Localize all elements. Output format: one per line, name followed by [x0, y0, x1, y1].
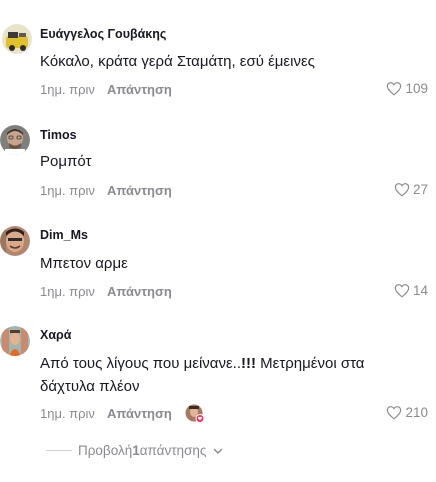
- like-count: 109: [405, 81, 428, 96]
- reply-button[interactable]: Απάντηση: [107, 183, 172, 198]
- divider: [46, 450, 72, 451]
- comment-username[interactable]: Dim_Ms: [40, 228, 88, 242]
- reply-button[interactable]: Απάντηση: [107, 82, 172, 97]
- comment-text-emphasis: !!!: [241, 355, 256, 372]
- view-replies-count: 1: [132, 443, 140, 458]
- comment-timestamp: 1ημ. πριν: [40, 406, 95, 421]
- like-button[interactable]: 27: [394, 182, 428, 197]
- chevron-down-icon: [214, 448, 223, 454]
- like-count: 14: [412, 283, 428, 298]
- comment-username[interactable]: Timos: [40, 128, 77, 142]
- like-button[interactable]: 210: [386, 405, 428, 420]
- view-replies-button[interactable]: Προβολή 1 απάντησης: [46, 443, 224, 458]
- comment-text: Κόκαλο, κράτα γερά Σταμάτη, εσύ έμεινες: [40, 53, 315, 70]
- reply-button[interactable]: Απάντηση: [107, 406, 172, 421]
- comment-text-part: Από τους λίγους που μείνανε..: [40, 355, 241, 372]
- comment-timestamp: 1ημ. πριν: [40, 82, 95, 97]
- comment-username[interactable]: Χαρά: [40, 328, 71, 342]
- heart-outline-icon: [394, 284, 410, 298]
- avatar[interactable]: [0, 326, 30, 356]
- heart-outline-icon: [387, 82, 402, 96]
- avatar[interactable]: [0, 125, 30, 155]
- heart-outline-icon: [394, 183, 410, 197]
- comment-username[interactable]: Ευάγγελος Γουβάκης: [40, 27, 166, 41]
- like-button[interactable]: 14: [394, 283, 428, 298]
- like-button[interactable]: 109: [386, 81, 428, 96]
- avatar[interactable]: [0, 226, 30, 256]
- comment-text: Ρομπότ: [40, 153, 92, 170]
- creator-liked-avatar: [185, 404, 205, 423]
- view-replies-suffix: απάντησης: [139, 443, 207, 458]
- comment-text: Μπετον αρμε: [40, 255, 128, 272]
- avatar[interactable]: [2, 24, 32, 54]
- comment-text: Από τους λίγους που μείνανε..!!! Μετρημέ…: [40, 352, 420, 398]
- comment-timestamp: 1ημ. πριν: [40, 284, 95, 299]
- comment-timestamp: 1ημ. πριν: [40, 183, 95, 198]
- view-replies-prefix: Προβολή: [78, 443, 133, 458]
- like-count: 27: [412, 182, 428, 197]
- reply-button[interactable]: Απάντηση: [107, 284, 172, 299]
- like-count: 210: [405, 405, 428, 420]
- heart-outline-icon: [387, 406, 402, 420]
